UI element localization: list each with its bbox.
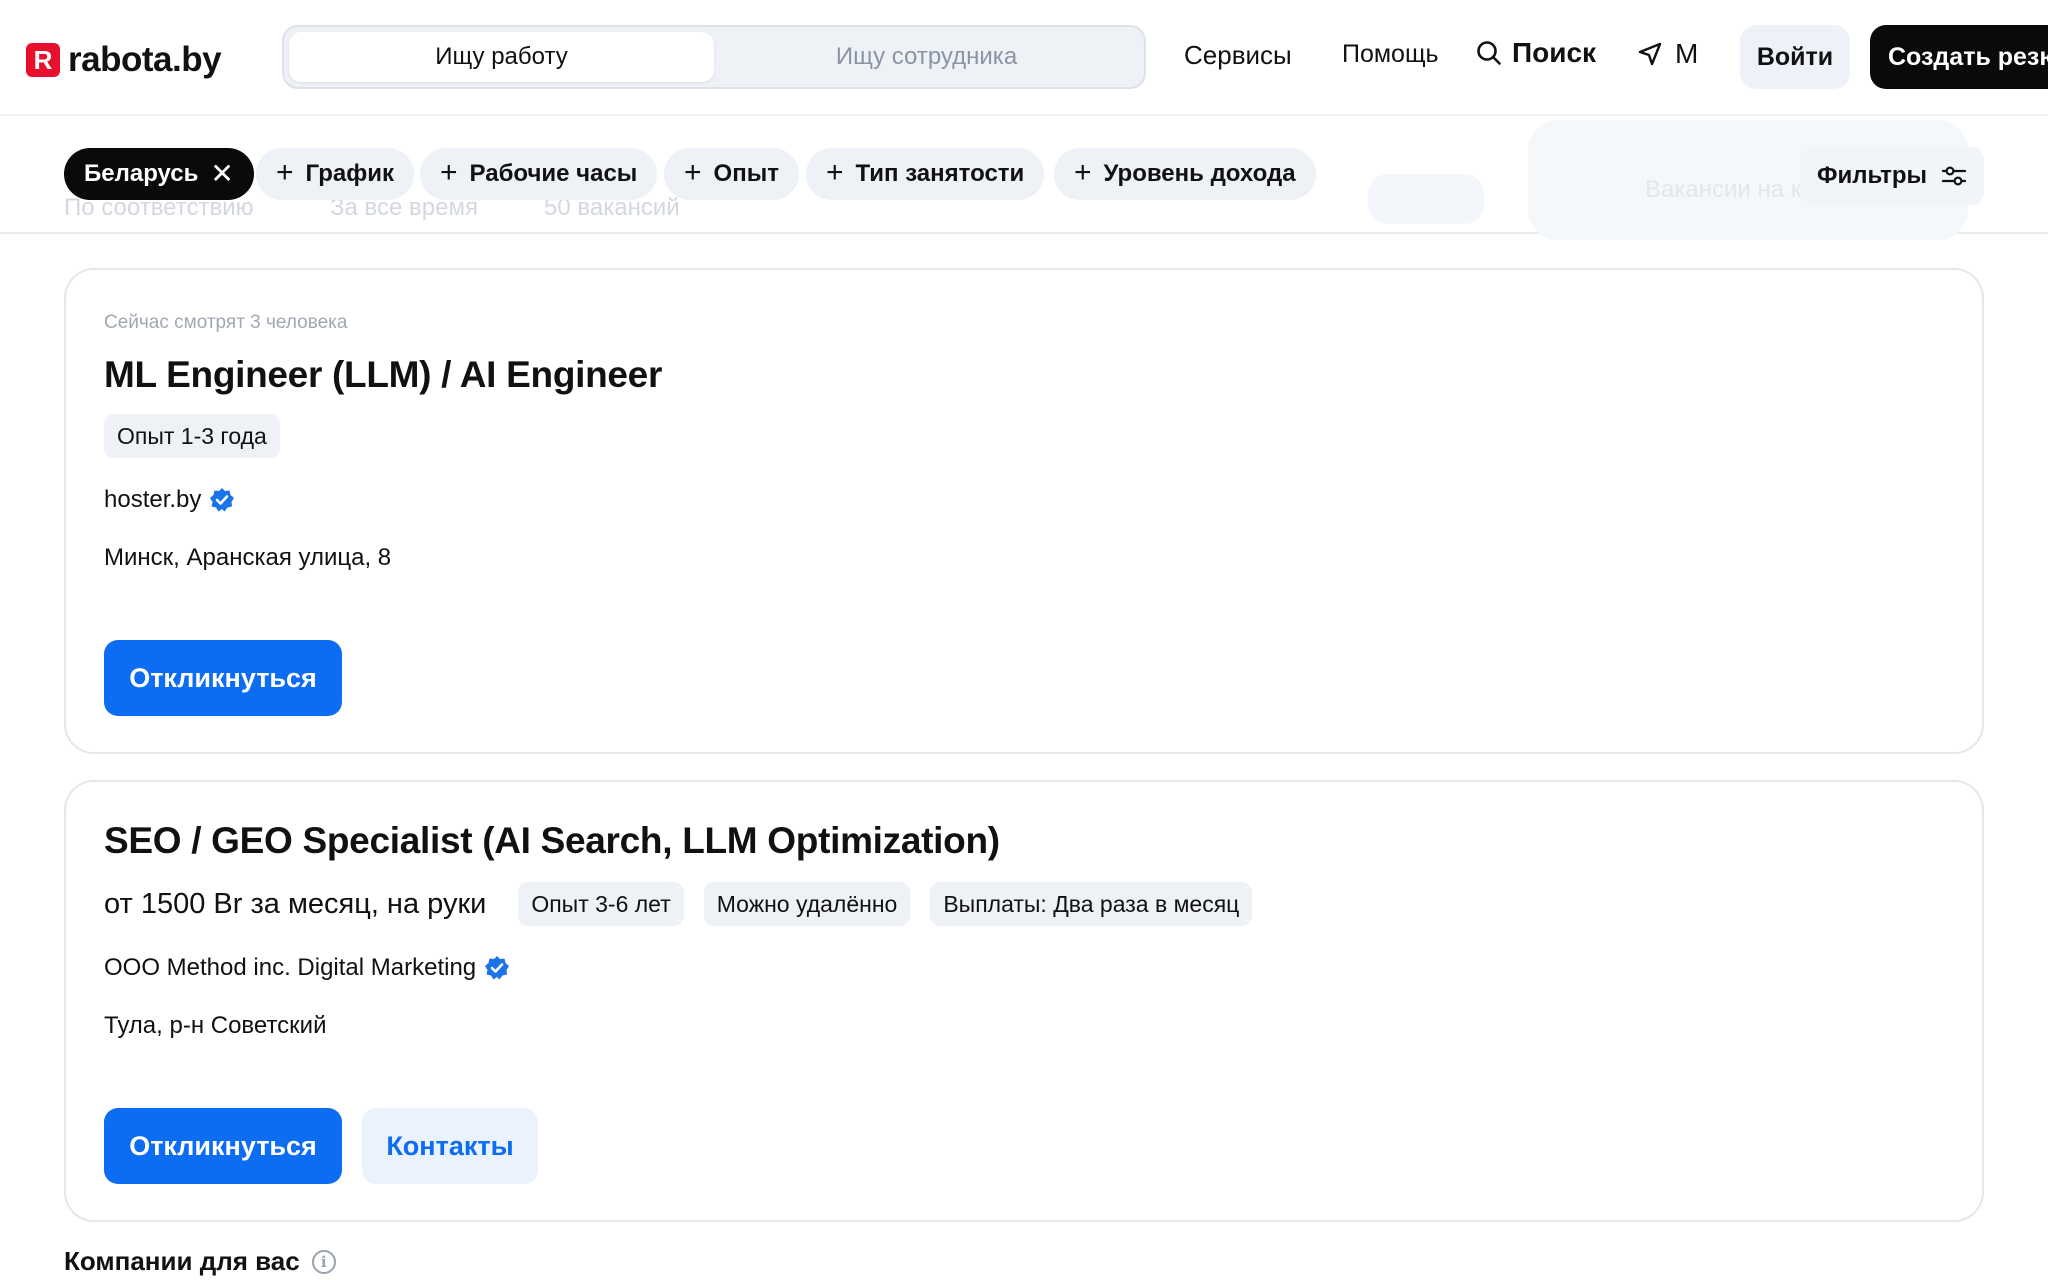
region-chip[interactable]: Беларусь ✕ (64, 148, 254, 200)
verified-badge-icon (210, 488, 235, 512)
experience-tag: Опыт 3-6 лет (518, 882, 684, 926)
plus-icon: + (1074, 155, 1092, 189)
logo-mark-icon: R (26, 43, 60, 77)
filter-chip-income[interactable]: + Уровень дохода (1054, 148, 1316, 200)
filter-chip-label: График (305, 160, 394, 187)
vacancy-tags: Опыт 1-3 года (104, 414, 1944, 458)
company-label: ООО Method inc. Digital Marketing (104, 954, 477, 981)
filter-chip-label: Рабочие часы (469, 160, 638, 187)
respond-button[interactable]: Откликнуться (104, 1108, 342, 1184)
region-chip-label: Беларусь (84, 160, 199, 187)
vacancy-address: Тула, р-н Советский (104, 1012, 327, 1039)
nav-search-link[interactable]: Поиск (1476, 37, 1596, 69)
search-icon (1477, 41, 1501, 65)
filters-button[interactable]: Фильтры (1800, 146, 1984, 206)
company-label: hoster.by (104, 486, 202, 513)
vacancy-title[interactable]: SEO / GEO Specialist (AI Search, LLM Opt… (104, 820, 1944, 862)
city-label: М (1675, 38, 1699, 69)
filter-chip-hours[interactable]: + Рабочие часы (420, 148, 658, 200)
city-selector[interactable]: М (1637, 38, 1698, 70)
vacancy-address: Минск, Аранская улица, 8 (104, 544, 392, 571)
role-switch: Ищу работу Ищу сотрудника (282, 25, 1146, 89)
card-actions: Откликнуться Контакты (104, 1108, 1944, 1184)
respond-button[interactable]: Откликнуться (104, 640, 342, 716)
nav-help-link[interactable]: Помощь (1342, 40, 1439, 69)
filter-chip-schedule[interactable]: + График (256, 148, 414, 200)
nav-search-label: Поиск (1512, 37, 1597, 68)
nav-services-link[interactable]: Сервисы (1184, 40, 1292, 71)
login-button[interactable]: Войти (1740, 25, 1850, 89)
vacancy-card[interactable]: Сейчас смотрят 3 человека ML Engineer (L… (64, 268, 1984, 754)
filters-button-label: Фильтры (1816, 162, 1928, 189)
location-arrow-icon (1638, 42, 1662, 66)
card-actions: Откликнуться (104, 640, 1944, 716)
plus-icon: + (440, 155, 458, 189)
contacts-button[interactable]: Контакты (362, 1108, 538, 1184)
sliders-icon (1941, 166, 1967, 186)
tab-employer[interactable]: Ищу сотрудника (714, 32, 1139, 82)
companies-section-label: Компании для вас (64, 1246, 300, 1276)
plus-icon: + (684, 155, 702, 189)
plus-icon: + (826, 155, 844, 189)
vacancy-tags: от 1500 Br за месяц, на руки Опыт 3-6 ле… (104, 882, 1944, 926)
company-name[interactable]: ООО Method inc. Digital Marketing (104, 954, 1944, 982)
experience-tag: Опыт 1-3 года (104, 414, 280, 458)
view-toggle-ghost (1368, 174, 1484, 224)
filter-chip-label: Опыт (713, 160, 779, 187)
filter-chip-experience[interactable]: + Опыт (664, 148, 799, 200)
filter-chip-label: Тип занятости (855, 160, 1025, 187)
salary: от 1500 Br за месяц, на руки (104, 887, 487, 920)
close-icon[interactable]: ✕ (210, 160, 233, 188)
payout-tag: Выплаты: Два раза в месяц (930, 882, 1253, 926)
remote-tag: Можно удалённо (703, 882, 911, 926)
logo[interactable]: R rabota.by (26, 40, 222, 80)
vacancy-title[interactable]: ML Engineer (LLM) / AI Engineer (104, 354, 1944, 396)
create-resume-button[interactable]: Создать резюме (1870, 25, 2048, 89)
watching-count: Сейчас смотрят 3 человека (104, 312, 348, 333)
filter-chip-employment[interactable]: + Тип занятости (806, 148, 1045, 200)
verified-badge-icon (485, 956, 510, 980)
vacancy-card[interactable]: SEO / GEO Specialist (AI Search, LLM Opt… (64, 780, 1984, 1222)
site-header: R rabota.by Ищу работу Ищу сотрудника Се… (0, 0, 2048, 116)
plus-icon: + (276, 155, 294, 189)
filter-chip-label: Уровень дохода (1103, 160, 1296, 187)
tab-job-seeker[interactable]: Ищу работу (289, 32, 714, 82)
info-icon[interactable]: i (311, 1249, 336, 1274)
logo-text: rabota.by (68, 40, 222, 79)
company-name[interactable]: hoster.by (104, 486, 1944, 514)
companies-section-title: Компании для вас i (64, 1246, 336, 1277)
